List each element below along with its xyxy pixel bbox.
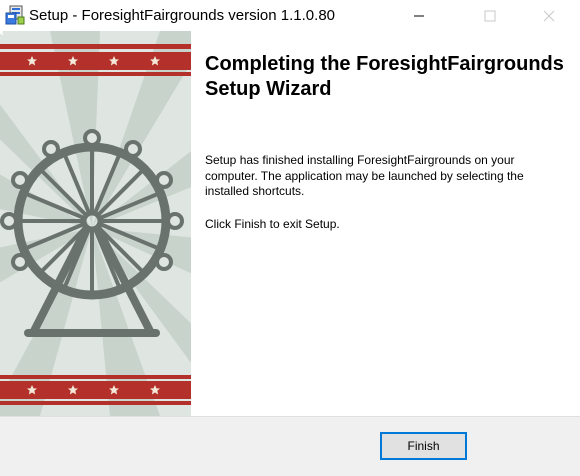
button-bar: [0, 416, 580, 476]
maximize-button: [467, 0, 513, 31]
finish-message: Setup has finished installing ForesightF…: [205, 153, 524, 198]
window-title: Setup - ForesightFairgrounds version 1.1…: [29, 7, 335, 24]
installer-box-icon[interactable]: [5, 5, 25, 25]
minimize-button[interactable]: [396, 0, 442, 31]
finish-button[interactable]: Finish: [380, 432, 467, 460]
close-icon: [543, 10, 555, 21]
setup-window: Setup - ForesightFairgrounds version 1.1…: [0, 0, 580, 476]
maximize-icon: [484, 10, 496, 21]
ferris-wheel-illustration: [0, 31, 191, 416]
title-bar[interactable]: Setup - ForesightFairgrounds version 1.1…: [0, 0, 580, 31]
close-button: [526, 0, 572, 31]
page-title: Completing the ForesightFairgrounds Setu…: [205, 53, 564, 100]
exit-instruction: Click Finish to exit Setup.: [205, 217, 340, 231]
minimize-icon: [414, 15, 424, 16]
wizard-banner: [0, 31, 191, 416]
